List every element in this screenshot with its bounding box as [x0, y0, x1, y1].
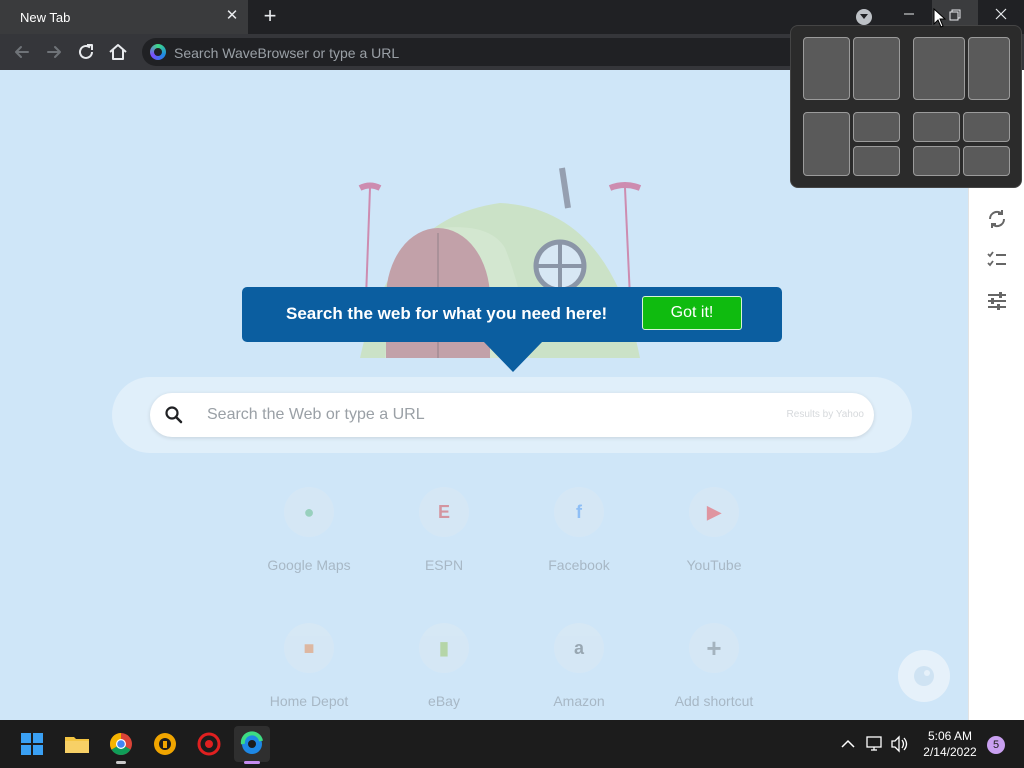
tab-title: New Tab	[20, 10, 71, 25]
got-it-button[interactable]: Got it!	[642, 296, 742, 330]
shortcut-label: YouTube	[686, 557, 742, 573]
tab-search-button[interactable]	[856, 9, 872, 25]
chrome-icon	[110, 733, 132, 755]
shortcut-label: eBay	[428, 693, 460, 709]
shield-lock-icon	[154, 733, 176, 755]
sync-icon[interactable]	[985, 207, 1009, 231]
shortcut-ebay[interactable]: ▮ eBay	[389, 623, 499, 720]
snap-zone[interactable]	[913, 37, 965, 100]
taskbar-wavebrowser[interactable]	[234, 726, 270, 764]
volume-icon	[891, 735, 908, 753]
plus-icon: +	[706, 633, 722, 663]
back-button[interactable]	[10, 40, 34, 64]
shortcut-add[interactable]: + Add shortcut	[659, 623, 769, 720]
snap-zone[interactable]	[913, 146, 960, 176]
shortcut-amazon[interactable]: a Amazon	[524, 623, 634, 720]
shortcut-label: Add shortcut	[674, 693, 754, 709]
snap-layouts-popup	[790, 25, 1022, 188]
web-search-box[interactable]: Search the Web or type a URL Results by …	[150, 393, 874, 437]
taskbar-red-app[interactable]	[191, 726, 227, 762]
snap-zone[interactable]	[963, 146, 1010, 176]
shortcut-label: Amazon	[553, 693, 605, 709]
snap-zone[interactable]	[968, 37, 1010, 100]
new-tab-button[interactable]: +	[258, 5, 282, 29]
shortcut-circle: f	[554, 487, 604, 537]
snap-zone[interactable]	[963, 112, 1010, 142]
shortcut-facebook[interactable]: f Facebook	[524, 487, 634, 587]
red-gear-icon	[197, 732, 221, 756]
snap-zone[interactable]	[853, 146, 900, 176]
snap-zone[interactable]	[803, 37, 850, 100]
espn-icon: E	[437, 502, 450, 522]
callout-pointer	[483, 341, 543, 372]
tray-volume[interactable]	[889, 720, 911, 768]
google-maps-icon: ●	[303, 502, 315, 522]
shortcut-circle: a	[554, 623, 604, 673]
reload-icon	[79, 44, 93, 59]
search-icon	[165, 406, 183, 424]
clock-time: 5:06 AM	[927, 729, 973, 743]
arrow-right-icon	[47, 46, 61, 58]
tab-new-tab[interactable]: New Tab ✕	[0, 0, 248, 34]
shortcut-circle: ▮	[419, 623, 469, 673]
clock-date: 2/14/2022	[923, 745, 977, 759]
mouse-cursor-icon	[933, 8, 947, 28]
address-bar-placeholder: Search WaveBrowser or type a URL	[174, 45, 400, 61]
taskbar-chrome[interactable]	[103, 726, 139, 764]
taskbar-privacy-app[interactable]	[147, 726, 183, 762]
notification-badge[interactable]: 5	[987, 736, 1005, 754]
network-icon	[866, 736, 882, 751]
shortcut-label: Facebook	[548, 557, 610, 573]
shortcut-circle: ■	[284, 623, 334, 673]
palette-icon	[914, 666, 934, 686]
tab-close-icon[interactable]: ✕	[222, 6, 242, 26]
shortcut-circle: +	[689, 623, 739, 673]
shortcut-label: ESPN	[424, 557, 464, 573]
shortcut-circle: ▶	[689, 487, 739, 537]
snap-zone[interactable]	[853, 37, 900, 100]
customize-button[interactable]	[898, 650, 950, 702]
snap-zone[interactable]	[853, 112, 900, 142]
amazon-icon: a	[573, 638, 584, 658]
shortcut-espn[interactable]: E ESPN	[389, 487, 499, 587]
home-depot-icon: ■	[303, 638, 315, 658]
sliders-icon[interactable]	[985, 289, 1009, 313]
windows-taskbar: 5:06 AM 2/14/2022	[0, 720, 1024, 768]
shortcut-circle: E	[419, 487, 469, 537]
tray-overflow-button[interactable]	[838, 720, 858, 768]
reload-button[interactable]	[74, 40, 98, 64]
wavebrowser-logo-icon	[150, 44, 166, 60]
active-indicator	[244, 761, 260, 764]
ebay-icon: ▮	[439, 638, 449, 658]
arrow-left-icon	[15, 46, 29, 58]
taskbar-file-explorer[interactable]	[59, 726, 95, 762]
checklist-icon[interactable]	[985, 248, 1009, 272]
shortcut-google-maps[interactable]: ● Google Maps	[254, 487, 364, 587]
taskbar-clock[interactable]: 5:06 AM 2/14/2022	[918, 728, 982, 760]
running-indicator	[116, 761, 126, 764]
snap-zone[interactable]	[803, 112, 850, 176]
home-button[interactable]	[106, 40, 130, 64]
shortcut-circle: ●	[284, 487, 334, 537]
home-icon	[109, 44, 127, 60]
shortcut-label: Home Depot	[269, 693, 349, 709]
chevron-up-icon	[841, 739, 855, 748]
forward-button[interactable]	[42, 40, 66, 64]
youtube-icon: ▶	[707, 502, 721, 522]
shortcut-youtube[interactable]: ▶ YouTube	[659, 487, 769, 587]
shortcut-label: Google Maps	[267, 557, 351, 573]
shortcut-home-depot[interactable]: ■ Home Depot	[254, 623, 364, 720]
windows-logo-icon	[21, 733, 43, 755]
callout-text: Search the web for what you need here!	[286, 304, 608, 323]
start-button[interactable]	[14, 726, 50, 762]
results-by-label: Results by Yahoo	[786, 409, 864, 420]
folder-icon	[65, 737, 89, 753]
search-hint-callout: Search the web for what you need here! G…	[242, 287, 782, 342]
search-placeholder: Search the Web or type a URL	[207, 406, 425, 423]
wavebrowser-icon	[240, 731, 263, 754]
chevron-down-icon	[860, 14, 868, 19]
tray-network[interactable]	[864, 720, 886, 768]
facebook-icon: f	[576, 502, 582, 522]
snap-zone[interactable]	[913, 112, 960, 142]
